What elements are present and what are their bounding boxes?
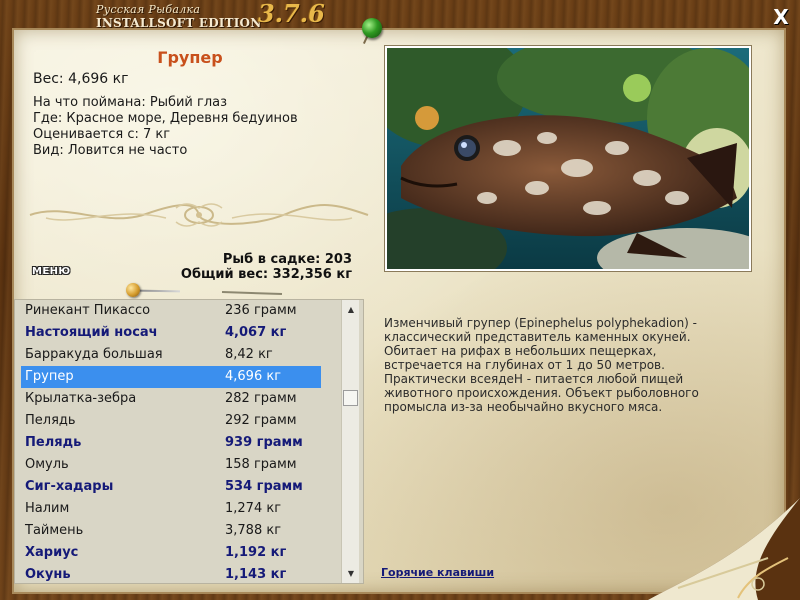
green-pin-icon (362, 18, 382, 38)
row-fish-weight: 1,274 кг (225, 501, 282, 516)
app-version: 3.7.6 (258, 0, 325, 28)
fish-list-row[interactable]: Омуль 158 грамм (21, 454, 321, 476)
row-fish-weight: 1,192 кг (225, 545, 287, 560)
ornament-divider-icon (29, 203, 369, 227)
list-scrollbar[interactable]: ▲ ▼ (341, 300, 359, 583)
fish-list-row[interactable]: Барракуда большая 8,42 кг (21, 344, 321, 366)
fish-list-row[interactable]: Крылатка-зебра 282 грамм (21, 388, 321, 410)
gold-pin-icon (126, 283, 140, 297)
row-fish-weight: 292 грамм (225, 413, 297, 428)
row-fish-name: Ринекант Пикассо (25, 303, 151, 318)
fish-name-title: Групер (157, 48, 223, 67)
info-location: Где: Красное море, Деревня бедуинов (33, 111, 298, 126)
catch-stats: Рыб в садке: 203 Общий вес: 332,356 кг (150, 252, 352, 282)
row-fish-weight: 236 грамм (225, 303, 297, 318)
close-button[interactable]: X (770, 6, 792, 28)
fish-weight: Вес: 4,696 кг (33, 71, 129, 87)
fish-list-rows: Ринекант Пикассо 236 грамм Настоящий носач… (21, 300, 339, 583)
fish-list-row[interactable]: Таймень 3,788 кг (21, 520, 321, 542)
row-fish-name: Крылатка-зебра (25, 391, 137, 406)
fish-list[interactable]: Ринекант Пикассо 236 грамм Настоящий носач… (14, 299, 364, 584)
scroll-down-icon[interactable]: ▼ (342, 566, 360, 582)
fish-list-row[interactable]: Пелядь 939 грамм (21, 432, 321, 454)
total-weight: Общий вес: 332,356 кг (180, 267, 352, 282)
row-fish-name: Таймень (25, 523, 84, 538)
page-curl-icon (648, 498, 800, 600)
hotkeys-link[interactable]: Горячие клавиши (381, 566, 494, 579)
fish-description: Изменчивый групер (Epinephelus polypheka… (384, 316, 699, 414)
row-fish-name: Барракуда большая (25, 347, 163, 362)
menu-button[interactable]: МЕНЮ (32, 266, 80, 280)
info-species-rarity: Вид: Ловится не часто (33, 143, 188, 158)
info-bait: На что поймана: Рыбий глаз (33, 95, 228, 110)
fish-list-row[interactable]: Сиг-хадары 534 грамм (21, 476, 321, 498)
fish-info: На что поймана: Рыбий глаз Где: Красное … (33, 95, 298, 159)
fish-list-row[interactable]: Пелядь 292 грамм (21, 410, 321, 432)
info-valued-from: Оценивается с: 7 кг (33, 127, 171, 142)
row-fish-name: Омуль (25, 457, 69, 472)
row-fish-weight: 282 грамм (225, 391, 297, 406)
row-fish-name: Сиг-хадары (25, 479, 114, 494)
scroll-up-icon[interactable]: ▲ (342, 302, 360, 318)
row-fish-weight: 534 грамм (225, 479, 303, 494)
fish-list-row[interactable]: Хариус 1,192 кг (21, 542, 321, 564)
app-title-line1: Русская Рыбалка (96, 3, 201, 16)
fish-photo (385, 46, 751, 271)
row-fish-name: Хариус (25, 545, 79, 560)
fish-list-row[interactable]: Окунь 1,143 кг (21, 564, 321, 583)
fish-list-row[interactable]: Ринекант Пикассо 236 грамм (21, 300, 321, 322)
fish-list-row[interactable]: Настоящий носач 4,067 кг (21, 322, 321, 344)
row-fish-weight: 1,143 кг (225, 567, 287, 582)
row-fish-name: Настоящий носач (25, 325, 158, 340)
fish-count: Рыб в садке: 203 (222, 252, 352, 267)
row-fish-weight: 939 грамм (225, 435, 303, 450)
row-fish-name: Пелядь (25, 413, 76, 428)
row-fish-weight: 4,067 кг (225, 325, 287, 340)
fish-list-row[interactable]: Групер 4,696 кг (21, 366, 321, 388)
scroll-thumb[interactable] (343, 390, 358, 406)
grouper-photo-image (387, 48, 749, 269)
row-fish-name: Групер (25, 369, 74, 384)
row-fish-weight: 158 грамм (225, 457, 297, 472)
fish-list-row[interactable]: Налим 1,274 кг (21, 498, 321, 520)
row-fish-weight: 3,788 кг (225, 523, 282, 538)
row-fish-name: Пелядь (25, 435, 82, 450)
row-fish-weight: 8,42 кг (225, 347, 273, 362)
row-fish-name: Окунь (25, 567, 71, 582)
row-fish-name: Налим (25, 501, 70, 516)
row-fish-weight: 4,696 кг (225, 369, 282, 384)
